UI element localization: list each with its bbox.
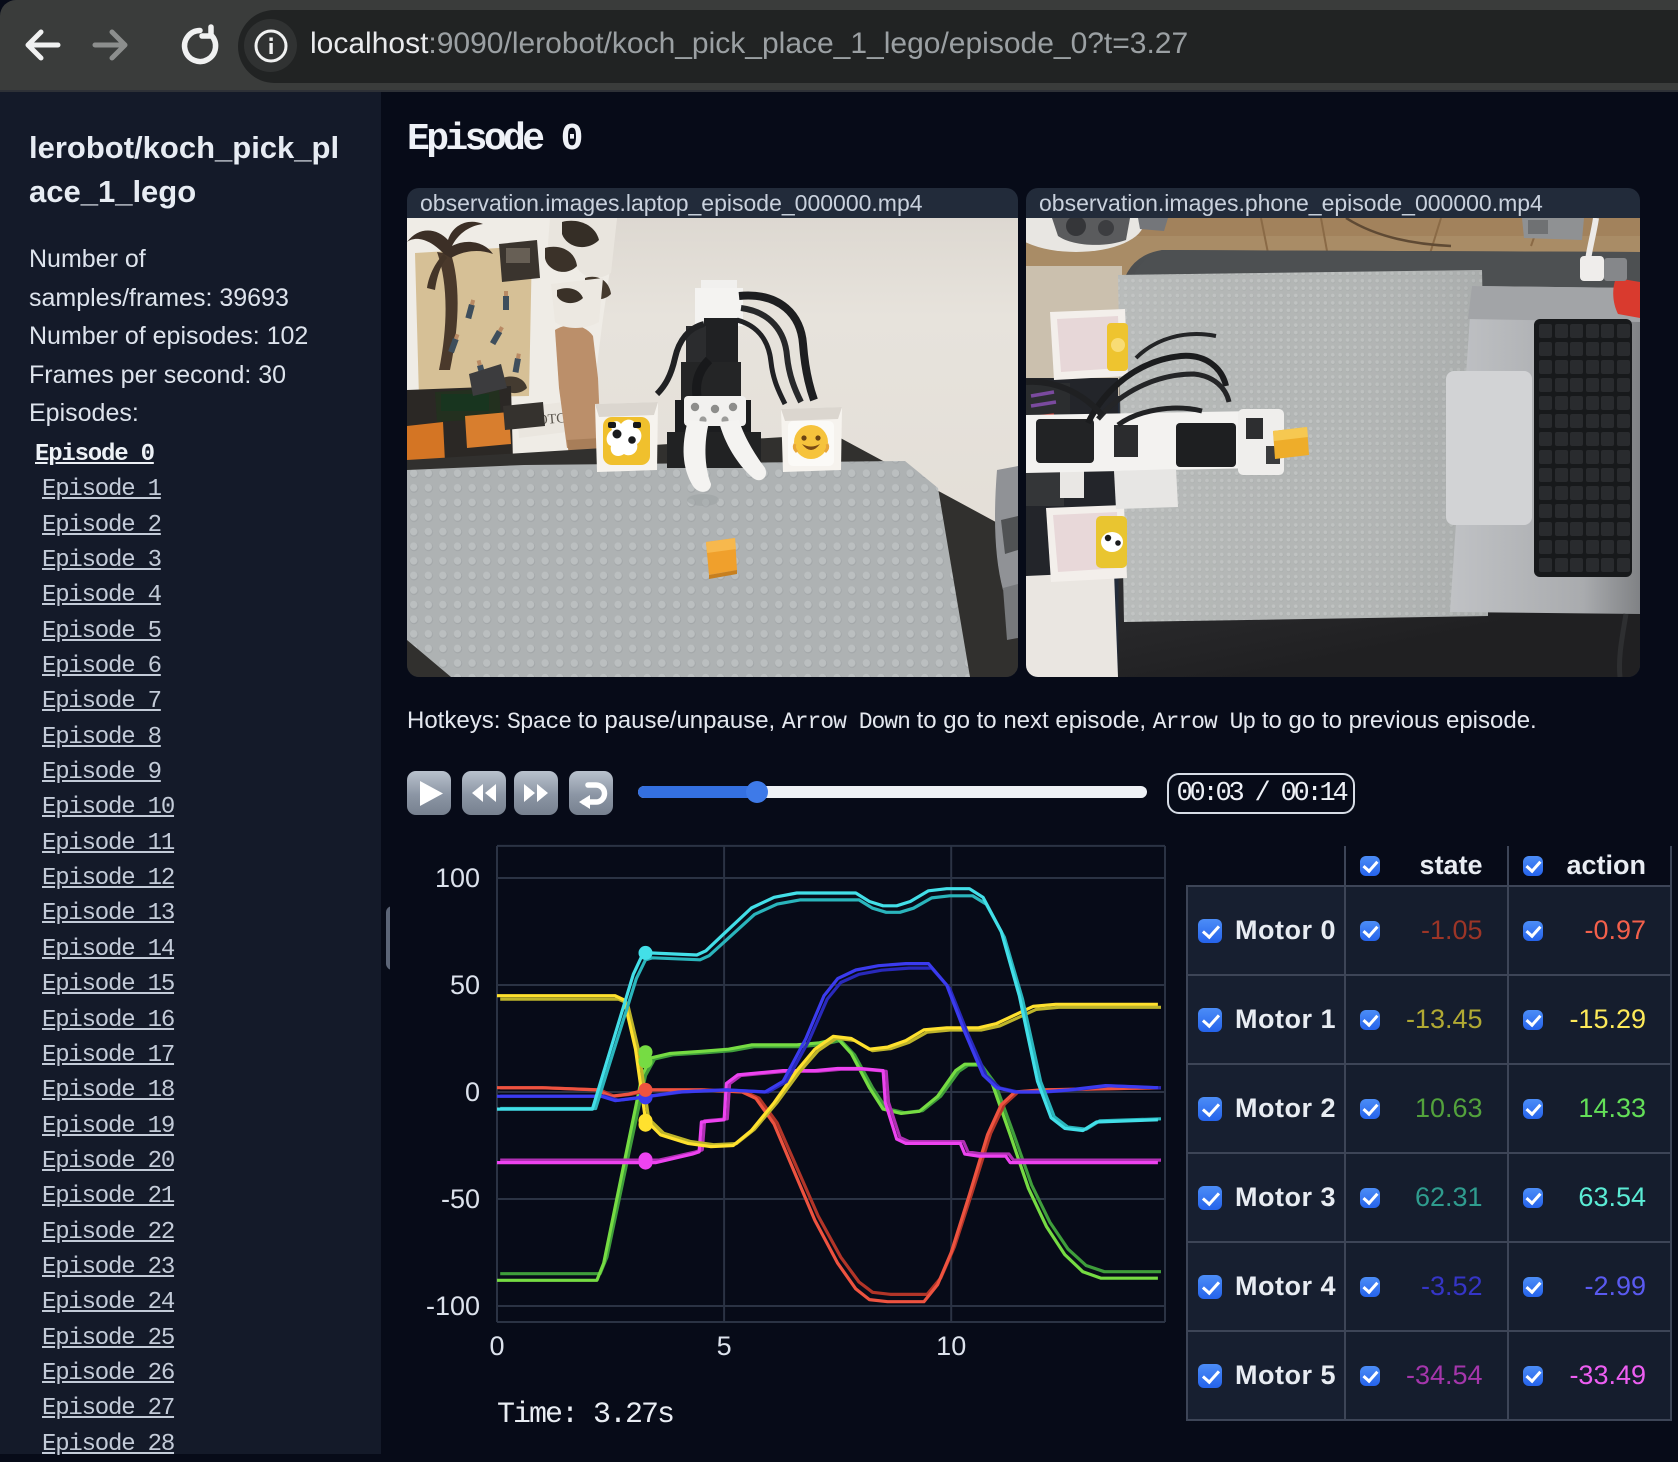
svg-text:100: 100 (435, 863, 480, 893)
svg-text:0: 0 (465, 1077, 480, 1107)
svg-text:-100: -100 (426, 1291, 480, 1321)
svg-text:10: 10 (936, 1331, 966, 1361)
svg-text:0: 0 (489, 1331, 504, 1361)
svg-text:50: 50 (450, 970, 480, 1000)
svg-text:-50: -50 (441, 1184, 480, 1214)
svg-text:5: 5 (717, 1331, 732, 1361)
